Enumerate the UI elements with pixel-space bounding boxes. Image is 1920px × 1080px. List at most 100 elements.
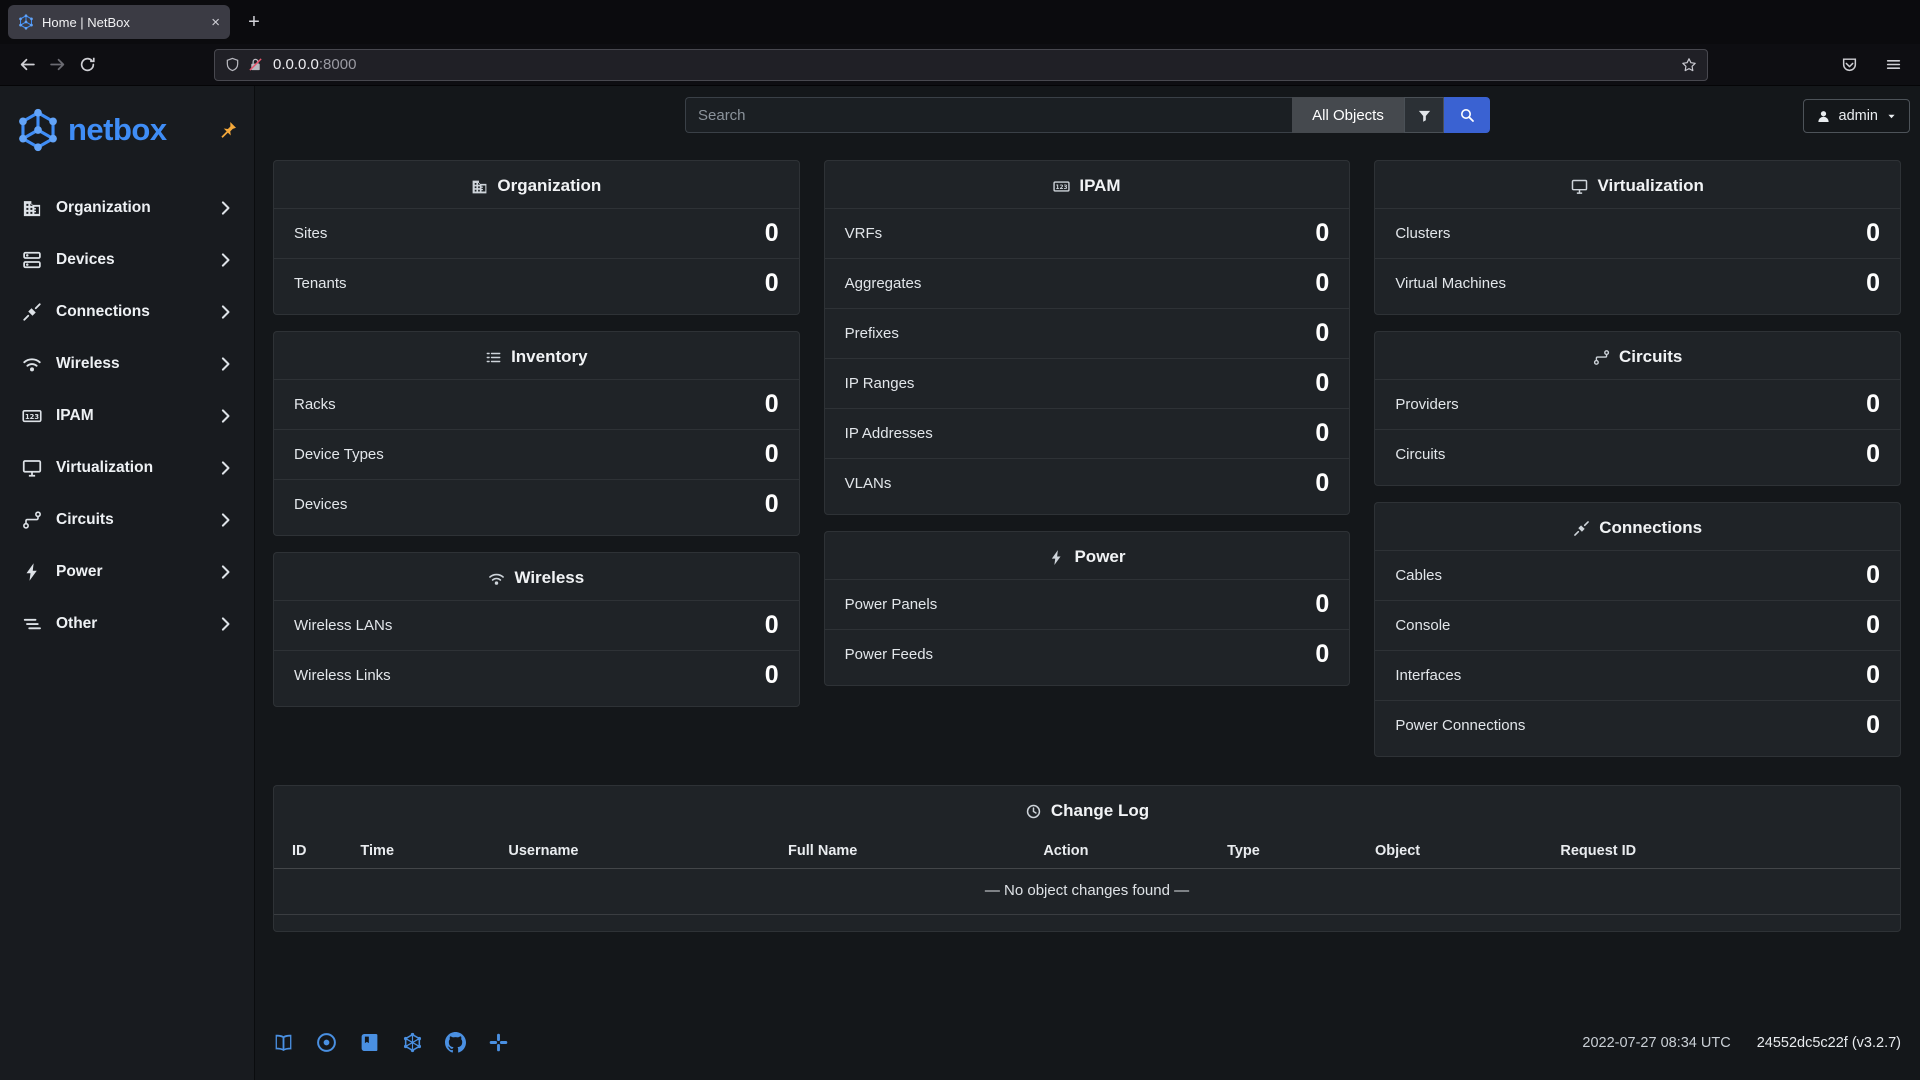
filter-button[interactable] [1404, 97, 1444, 133]
stat-value[interactable]: 0 [1866, 221, 1880, 246]
search-input[interactable] [685, 97, 1292, 133]
stat-value[interactable]: 0 [1315, 592, 1329, 617]
stat-label[interactable]: VRFs [845, 225, 883, 242]
cable-icon [22, 302, 42, 322]
community-icon[interactable] [488, 1032, 509, 1053]
stat-label[interactable]: Console [1395, 617, 1450, 634]
search-submit-button[interactable] [1444, 97, 1490, 133]
stat-value[interactable]: 0 [765, 271, 779, 296]
stat-label[interactable]: Racks [294, 396, 336, 413]
stat-label[interactable]: Clusters [1395, 225, 1450, 242]
sidebar-item-other[interactable]: Other [0, 598, 254, 650]
footer-icons [273, 1032, 509, 1053]
stat-value[interactable]: 0 [1866, 713, 1880, 738]
stat-value[interactable]: 0 [1866, 613, 1880, 638]
chevron-right-icon [216, 250, 236, 270]
dashboard-column: OrganizationSites0Tenants0InventoryRacks… [273, 160, 800, 707]
stat-label[interactable]: Devices [294, 496, 347, 513]
stat-value[interactable]: 0 [1315, 471, 1329, 496]
footer-timestamp: 2022-07-27 08:34 UTC [1582, 1035, 1730, 1051]
stat-value[interactable]: 0 [765, 613, 779, 638]
sidebar-item-wireless[interactable]: Wireless [0, 338, 254, 390]
stat-value[interactable]: 0 [1315, 371, 1329, 396]
stat-label[interactable]: Prefixes [845, 325, 899, 342]
stat-label[interactable]: Cables [1395, 567, 1442, 584]
github-icon[interactable] [445, 1032, 466, 1053]
rest-api-icon[interactable] [316, 1032, 337, 1053]
stat-label[interactable]: Device Types [294, 446, 384, 463]
back-button[interactable] [12, 50, 42, 80]
stat-label[interactable]: Wireless LANs [294, 617, 392, 634]
footer-build: 24552dc5c22f (v3.2.7) [1757, 1035, 1901, 1051]
card-title: Organization [274, 161, 799, 208]
stat-value[interactable]: 0 [1315, 421, 1329, 446]
url-bar[interactable]: 0.0.0.0:8000 [214, 49, 1708, 81]
stat-label[interactable]: Interfaces [1395, 667, 1461, 684]
stat-value[interactable]: 0 [1315, 271, 1329, 296]
insecure-lock-icon[interactable] [248, 57, 263, 72]
stat-label[interactable]: Power Panels [845, 596, 938, 613]
tab-title: Home | NetBox [42, 15, 203, 30]
card-title-text: Virtualization [1597, 176, 1703, 196]
stat-value[interactable]: 0 [1866, 392, 1880, 417]
changelog-column-username: Username [498, 835, 778, 869]
stat-value[interactable]: 0 [1866, 563, 1880, 588]
sidebar-item-devices[interactable]: Devices [0, 234, 254, 286]
sidebar-item-virtualization[interactable]: Virtualization [0, 442, 254, 494]
bookmark-star-icon[interactable] [1681, 57, 1697, 73]
graphql-icon[interactable] [402, 1032, 423, 1053]
monitor-icon [1571, 178, 1588, 195]
stat-value[interactable]: 0 [1315, 221, 1329, 246]
stat-value[interactable]: 0 [765, 221, 779, 246]
stat-label[interactable]: IP Addresses [845, 425, 933, 442]
stat-value[interactable]: 0 [1866, 442, 1880, 467]
pin-icon[interactable] [218, 120, 238, 140]
card-virtualization: Virtualization Clusters 0 Virtual Machines 0 [1374, 160, 1901, 315]
stat-label[interactable]: Aggregates [845, 275, 922, 292]
stat-label[interactable]: Power Feeds [845, 646, 933, 663]
lines-icon [22, 614, 42, 634]
stat-label[interactable]: Sites [294, 225, 327, 242]
stat-value[interactable]: 0 [1315, 321, 1329, 346]
stat-value[interactable]: 0 [765, 492, 779, 517]
stat-label[interactable]: VLANs [845, 475, 892, 492]
forward-button[interactable] [42, 50, 72, 80]
menu-icon[interactable] [1878, 50, 1908, 80]
footer-right: 2022-07-27 08:34 UTC 24552dc5c22f (v3.2.… [1582, 1035, 1901, 1051]
reload-button[interactable] [72, 50, 102, 80]
stat-label[interactable]: Wireless Links [294, 667, 391, 684]
new-tab-button[interactable]: + [238, 6, 270, 38]
sidebar-item-connections[interactable]: Connections [0, 286, 254, 338]
browser-tab[interactable]: Home | NetBox × [8, 5, 230, 39]
stat-value[interactable]: 0 [765, 392, 779, 417]
netbox-wordmark[interactable]: netbox [68, 112, 167, 148]
stat-value[interactable]: 0 [1866, 663, 1880, 688]
building-icon [22, 198, 42, 218]
sidebar-item-ipam[interactable]: 123IPAM [0, 390, 254, 442]
stat-value[interactable]: 0 [765, 442, 779, 467]
sidebar-item-circuits[interactable]: Circuits [0, 494, 254, 546]
shield-icon[interactable] [225, 57, 240, 72]
svg-text:123: 123 [1056, 185, 1068, 191]
stat-label[interactable]: IP Ranges [845, 375, 915, 392]
stat-value[interactable]: 0 [1866, 271, 1880, 296]
stat-label[interactable]: Providers [1395, 396, 1458, 413]
object-type-button[interactable]: All Objects [1292, 97, 1404, 133]
pocket-icon[interactable] [1834, 50, 1864, 80]
tab-close-icon[interactable]: × [211, 15, 220, 30]
sidebar-item-organization[interactable]: Organization [0, 182, 254, 234]
docs-icon[interactable] [273, 1032, 294, 1053]
stat-label[interactable]: Circuits [1395, 446, 1445, 463]
stat-value[interactable]: 0 [1315, 642, 1329, 667]
sidebar-item-power[interactable]: Power [0, 546, 254, 598]
stat-label[interactable]: Virtual Machines [1395, 275, 1506, 292]
api-docs-icon[interactable] [359, 1032, 380, 1053]
netbox-logo-icon[interactable] [16, 108, 60, 152]
stat-label[interactable]: Power Connections [1395, 717, 1525, 734]
user-menu-button[interactable]: admin [1803, 99, 1911, 133]
card-circuits: CircuitsProviders0Circuits0 [1374, 331, 1901, 486]
stat-value[interactable]: 0 [765, 663, 779, 688]
card-title: Power [825, 532, 1350, 579]
url-port: :8000 [319, 56, 357, 73]
stat-label[interactable]: Tenants [294, 275, 347, 292]
